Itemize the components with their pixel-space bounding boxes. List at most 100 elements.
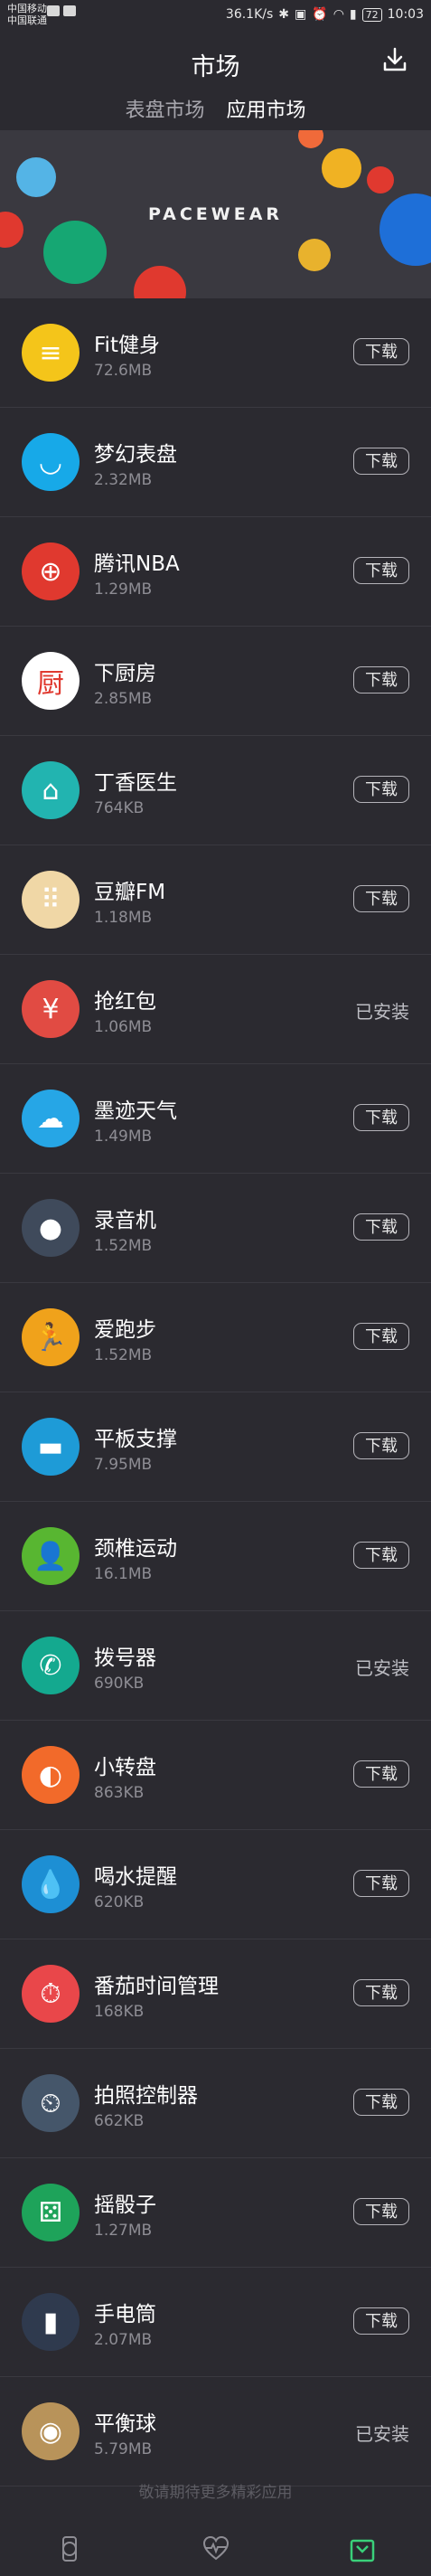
icon-glyph: ⠿ (41, 883, 61, 916)
app-row[interactable]: ▮ 手电筒 2.07MB 下载 (0, 2268, 431, 2377)
carrier-1: 中国移动 (7, 3, 47, 14)
plank-icon: ▬ (22, 1418, 80, 1476)
download-button[interactable]: 下载 (353, 2198, 409, 2225)
download-button[interactable]: 下载 (353, 557, 409, 584)
app-row[interactable]: ☁ 墨迹天气 1.49MB 下载 (0, 1064, 431, 1174)
app-name: 录音机 (94, 1209, 156, 1232)
status-bar: 中国移动 中国联通 36.1K/s ✱ ▣ ⏰ ◠ ▮ 72 10:03 (0, 0, 431, 31)
download-button[interactable]: 下载 (353, 2307, 409, 2335)
download-button[interactable]: 下载 (353, 885, 409, 912)
promo-banner[interactable]: PACEWEAR (0, 130, 431, 298)
doctor-house-icon: ⌂ (22, 761, 80, 819)
phone-icon: ✆ (22, 1637, 80, 1694)
download-button[interactable]: 下载 (353, 2089, 409, 2116)
app-row[interactable]: ● 录音机 1.52MB 下载 (0, 1174, 431, 1283)
neck-exercise-icon: 👤 (22, 1527, 80, 1585)
icon-glyph: ▬ (37, 1430, 64, 1463)
app-size: 16.1MB (94, 1565, 153, 1583)
app-row[interactable]: ⊕ 腾讯NBA 1.29MB 下载 (0, 517, 431, 627)
app-row[interactable]: 🏃 爱跑步 1.52MB 下载 (0, 1283, 431, 1392)
app-name: 爱跑步 (94, 1318, 156, 1342)
bubble-decoration (298, 130, 323, 148)
download-button[interactable]: 下载 (353, 448, 409, 475)
app-row[interactable]: ▬ 平板支撑 7.95MB 下载 (0, 1392, 431, 1502)
heart-rate-icon[interactable] (201, 2534, 231, 2564)
app-name: 小转盘 (94, 1756, 156, 1779)
app-name: 梦幻表盘 (94, 443, 177, 467)
tab-watchface-market[interactable]: 表盘市场 (125, 94, 204, 123)
app-size: 662KB (94, 2112, 145, 2130)
tab-app-market[interactable]: 应用市场 (227, 94, 306, 136)
icon-glyph: 厨 (37, 668, 64, 700)
installed-status: 已安装 (355, 1657, 409, 1679)
app-size: 2.32MB (94, 471, 153, 489)
icon-glyph: ⌂ (42, 774, 60, 807)
download-button[interactable]: 下载 (353, 338, 409, 365)
app-size: 1.52MB (94, 1237, 153, 1255)
app-row[interactable]: ≡ Fit健身 72.6MB 下载 (0, 298, 431, 408)
network-speed: 36.1K/s (225, 7, 274, 22)
icon-glyph: ● (38, 1212, 63, 1244)
app-row[interactable]: ⏲ 拍照控制器 662KB 下载 (0, 2049, 431, 2158)
app-row[interactable]: ⌂ 丁香医生 764KB 下载 (0, 736, 431, 845)
balance-ball-icon: ◉ (22, 2402, 80, 2460)
download-button[interactable]: 下载 (353, 1870, 409, 1897)
app-row[interactable]: 👤 颈椎运动 16.1MB 下载 (0, 1502, 431, 1611)
notification-icons (47, 5, 76, 16)
app-row[interactable]: ◐ 小转盘 863KB 下载 (0, 1721, 431, 1830)
download-button[interactable]: 下载 (353, 776, 409, 803)
app-row[interactable]: 💧 喝水提醒 620KB 下载 (0, 1830, 431, 1939)
download-button[interactable]: 下载 (353, 1432, 409, 1459)
app-name: 拨号器 (94, 1647, 156, 1670)
icon-glyph: ◉ (38, 2415, 63, 2448)
app-name: 平板支撑 (94, 1428, 177, 1451)
footer-tip: 敬请期待更多精彩应用 (138, 2484, 293, 2502)
notification-icon (63, 5, 76, 16)
download-button[interactable]: 下载 (353, 1104, 409, 1131)
watch-icon[interactable] (54, 2534, 85, 2564)
app-row[interactable]: ◉ 平衡球 5.79MB 已安装 (0, 2377, 431, 2486)
app-name: 抢红包 (94, 990, 156, 1014)
water-drop-icon: 💧 (22, 1855, 80, 1913)
download-button[interactable]: 下载 (353, 1213, 409, 1241)
download-button[interactable]: 下载 (353, 1542, 409, 1569)
bottom-nav (0, 2523, 431, 2576)
app-list: ≡ Fit健身 72.6MB 下载 ◡ 梦幻表盘 2.32MB 下载 ⊕ 腾讯NBA 1.29MB 下… (0, 298, 431, 2486)
app-name: 手电筒 (94, 2303, 156, 2326)
app-name: 喝水提醒 (94, 1865, 177, 1889)
alarm-icon: ⏰ (312, 7, 328, 22)
download-button[interactable]: 下载 (353, 1979, 409, 2006)
app-row[interactable]: ⠿ 豆瓣FM 1.18MB 下载 (0, 845, 431, 955)
banner-brand: PACEWEAR (147, 204, 284, 224)
app-row[interactable]: ◡ 梦幻表盘 2.32MB 下载 (0, 408, 431, 517)
icon-glyph: ⚄ (38, 2196, 63, 2229)
battery-icon: 72 (361, 7, 382, 22)
kitchen-icon: 厨 (22, 652, 80, 710)
download-manager-icon[interactable] (380, 45, 409, 74)
app-row[interactable]: ⚄ 摇骰子 1.27MB 下载 (0, 2158, 431, 2268)
market-bag-icon[interactable] (347, 2534, 378, 2564)
download-button[interactable]: 下载 (353, 666, 409, 694)
download-button[interactable]: 下载 (353, 1760, 409, 1788)
app-name: 下厨房 (94, 662, 156, 685)
app-size: 1.52MB (94, 1346, 153, 1364)
app-name: 墨迹天气 (94, 1099, 177, 1123)
app-row[interactable]: 厨 下厨房 2.85MB 下载 (0, 627, 431, 736)
carrier-labels: 中国移动 中国联通 (7, 3, 47, 26)
icon-glyph: ⊕ (39, 555, 62, 588)
app-name: 腾讯NBA (94, 552, 180, 576)
wifi-icon: ◠ (333, 7, 344, 22)
signal-icon: ▮ (349, 7, 357, 22)
download-button[interactable]: 下载 (353, 1323, 409, 1350)
icon-glyph: 💧 (33, 1868, 68, 1901)
icon-glyph: 🏃 (33, 1321, 68, 1354)
fit-fitness-icon: ≡ (22, 324, 80, 382)
app-size: 620KB (94, 1893, 145, 1911)
app-row[interactable]: ⏱ 番茄时间管理 168KB 下载 (0, 1939, 431, 2049)
app-size: 1.18MB (94, 909, 153, 927)
icon-glyph: ◐ (38, 1759, 63, 1791)
app-row[interactable]: ¥ 抢红包 1.06MB 已安装 (0, 955, 431, 1064)
basketball-icon: ⊕ (22, 543, 80, 600)
app-row[interactable]: ✆ 拨号器 690KB 已安装 (0, 1611, 431, 1721)
dream-watchface-icon: ◡ (22, 433, 80, 491)
